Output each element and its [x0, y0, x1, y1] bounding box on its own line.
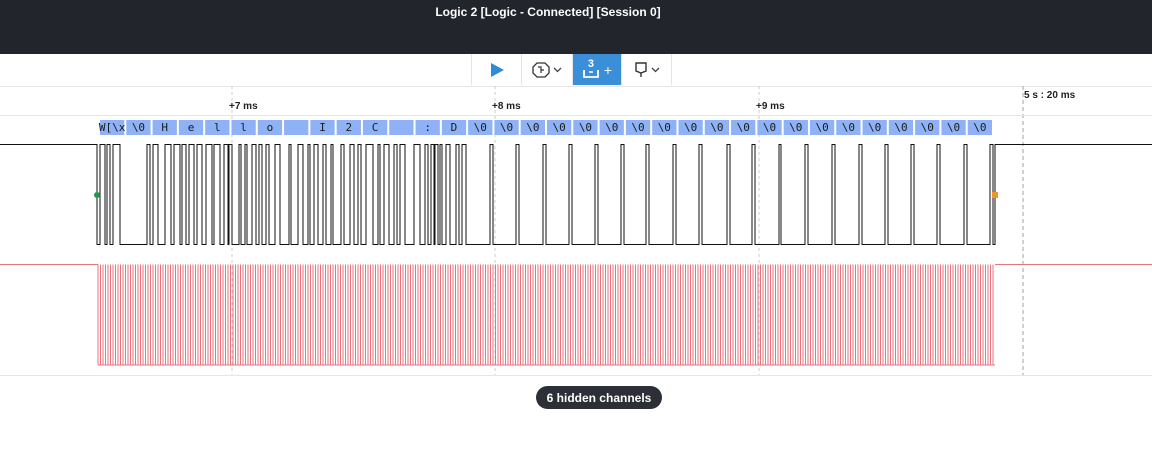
decoder-frame-text: e	[188, 121, 195, 134]
clock-channel-waveform	[97, 264, 995, 366]
decoder-frame-text: C	[372, 121, 379, 134]
hidden-channels-button[interactable]: 6 hidden channels	[536, 386, 662, 409]
decoder-frame[interactable]	[389, 120, 414, 135]
start-marker[interactable]	[94, 192, 100, 198]
decoder-frame-text: \0	[631, 121, 644, 134]
measure-add-plus: +	[603, 61, 613, 78]
toolbar-button-group: 3 +	[471, 54, 672, 85]
time-tick-label: +7 ms	[229, 101, 258, 112]
toolbar: 3 +	[0, 54, 1152, 87]
decoder-frame-text: \0	[579, 121, 592, 134]
decoder-frame-text: \0	[815, 121, 828, 134]
decoder-frame-text: D	[451, 121, 458, 134]
decoder-row: W[\x \0 He l l o I 2 C: D \0 \0 \0 \0 \0 \0 \0 \0 \0 \0 \0 \0…	[99, 120, 992, 135]
decoder-frame-text: \0	[894, 121, 907, 134]
chevron-down-icon	[553, 67, 562, 73]
decoder-frame-text: \0	[737, 121, 750, 134]
waveform-view[interactable]: +7 ms +8 ms +9 ms 5 s : 20 ms W[\x \0 He l l…	[0, 86, 1152, 386]
window-title: Logic 2 [Logic - Connected] [Session 0]	[435, 5, 661, 19]
decoder-frame-text: \0	[132, 121, 145, 134]
stop-marker[interactable]	[992, 192, 998, 198]
decoder-frame-text: \0	[973, 121, 986, 134]
decoder-frame-text: o	[267, 121, 274, 134]
data-channel-waveform	[0, 144, 1152, 245]
decoder-frame[interactable]	[284, 120, 309, 135]
play-icon	[489, 62, 505, 78]
decoder-frame-text: \0	[500, 121, 513, 134]
trigger-menu-button[interactable]	[522, 54, 573, 85]
decoder-frame-text: \0	[921, 121, 934, 134]
title-bar: Logic 2 [Logic - Connected] [Session 0]	[0, 0, 1152, 54]
decoder-frame-text: l	[214, 121, 221, 134]
decoder-frame-text: \0	[474, 121, 487, 134]
time-tick-label: +9 ms	[756, 101, 785, 112]
decoder-frame-text: \0	[710, 121, 723, 134]
decoder-frame-text: \0	[842, 121, 855, 134]
trigger-icon	[532, 61, 550, 78]
decoder-frame-text: \0	[658, 121, 671, 134]
time-tick-label: +8 ms	[492, 101, 521, 112]
decoder-frame-text: \0	[684, 121, 697, 134]
decoder-frame-text: \0	[605, 121, 618, 134]
decoder-frame-text: \0	[763, 121, 776, 134]
chevron-down-icon	[651, 67, 660, 73]
measure-button[interactable]: 3 +	[573, 54, 622, 85]
decoder-frame-text: \0	[526, 121, 539, 134]
measure-badge: 3	[587, 57, 595, 70]
play-button[interactable]	[472, 54, 522, 85]
decoder-frame-text: I	[319, 121, 326, 134]
measure-icon: 3	[582, 57, 602, 80]
decoder-frame-text: \0	[947, 121, 960, 134]
decoder-frame-text: W[\x	[99, 121, 126, 134]
cursor-time-label: 5 s : 20 ms	[1024, 90, 1076, 101]
decoder-frame-text: \0	[868, 121, 881, 134]
decoder-frame-text: l	[240, 121, 247, 134]
decoder-frame-text: :	[424, 121, 431, 134]
decoder-frame-text: H	[161, 121, 168, 134]
decoder-frame-text: \0	[553, 121, 566, 134]
marker-menu-button[interactable]	[622, 54, 671, 85]
decoder-frame-text: \0	[789, 121, 802, 134]
flag-icon	[634, 61, 648, 78]
decoder-frame-text: 2	[345, 121, 352, 134]
